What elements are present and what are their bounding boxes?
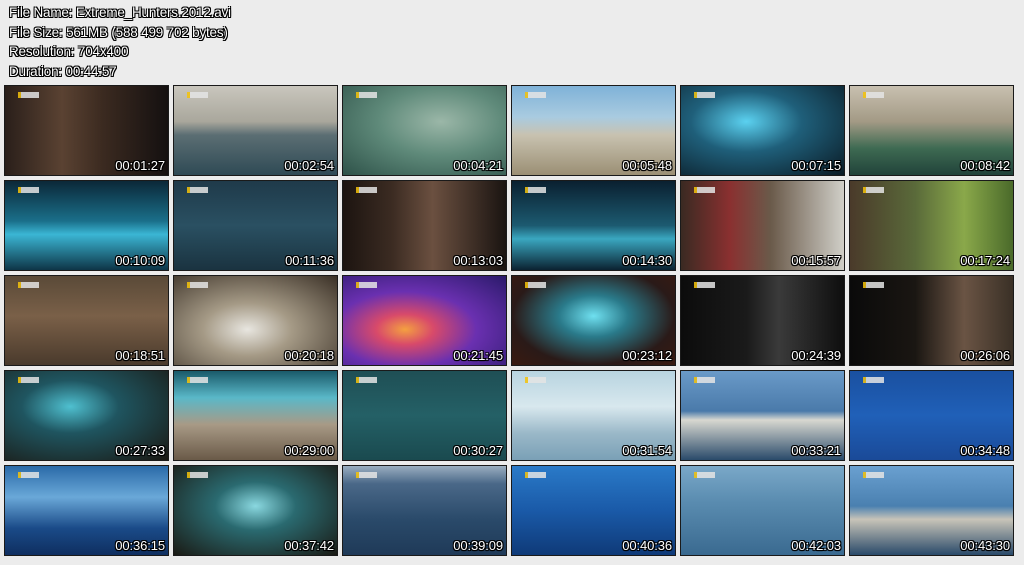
thumbnail-frame[interactable]: 00:17:24 bbox=[849, 180, 1014, 271]
channel-logo-icon bbox=[356, 472, 377, 478]
thumbnail-frame[interactable]: 00:18:51 bbox=[4, 275, 169, 366]
channel-logo-icon bbox=[18, 187, 39, 193]
thumbnail-timestamp: 00:04:21 bbox=[453, 158, 503, 173]
thumbnail-timestamp: 00:42:03 bbox=[791, 538, 841, 553]
thumbnail-frame[interactable]: 00:24:39 bbox=[680, 275, 845, 366]
channel-logo-icon bbox=[525, 377, 546, 383]
channel-logo-icon bbox=[863, 472, 884, 478]
thumbnail-frame[interactable]: 00:14:30 bbox=[511, 180, 676, 271]
channel-logo-icon bbox=[694, 472, 715, 478]
duration-text: Duration: 00:44:57 bbox=[9, 63, 117, 79]
channel-logo-icon bbox=[18, 377, 39, 383]
thumbnail-timestamp: 00:40:36 bbox=[622, 538, 672, 553]
channel-logo-icon bbox=[18, 472, 39, 478]
thumbnail-timestamp: 00:26:06 bbox=[960, 348, 1010, 363]
thumbnail-frame[interactable]: 00:37:42 bbox=[173, 465, 338, 556]
thumbnail-timestamp: 00:07:15 bbox=[791, 158, 841, 173]
thumbnail-frame[interactable]: 00:29:00 bbox=[173, 370, 338, 461]
thumbnail-frame[interactable]: 00:05:48 bbox=[511, 85, 676, 176]
thumbnail-frame[interactable]: 00:40:36 bbox=[511, 465, 676, 556]
thumbnail-frame[interactable]: 00:39:09 bbox=[342, 465, 507, 556]
thumbnail-frame[interactable]: 00:36:15 bbox=[4, 465, 169, 556]
thumbnail-timestamp: 00:33:21 bbox=[791, 443, 841, 458]
channel-logo-icon bbox=[356, 282, 377, 288]
thumbnail-frame[interactable]: 00:42:03 bbox=[680, 465, 845, 556]
thumbnail-frame[interactable]: 00:27:33 bbox=[4, 370, 169, 461]
thumbnail-timestamp: 00:29:00 bbox=[284, 443, 334, 458]
thumbnail-timestamp: 00:24:39 bbox=[791, 348, 841, 363]
channel-logo-icon bbox=[863, 92, 884, 98]
channel-logo-icon bbox=[356, 92, 377, 98]
thumbnail-timestamp: 00:23:12 bbox=[622, 348, 672, 363]
channel-logo-icon bbox=[863, 187, 884, 193]
thumbnail-timestamp: 00:36:15 bbox=[115, 538, 165, 553]
thumbnail-frame[interactable]: 00:26:06 bbox=[849, 275, 1014, 366]
thumbnail-timestamp: 00:39:09 bbox=[453, 538, 503, 553]
channel-logo-icon bbox=[187, 282, 208, 288]
thumbnail-frame[interactable]: 00:08:42 bbox=[849, 85, 1014, 176]
resolution-text: Resolution: 704x400 bbox=[9, 44, 129, 59]
channel-logo-icon bbox=[187, 472, 208, 478]
thumbnail-timestamp: 00:31:54 bbox=[622, 443, 672, 458]
thumbnail-timestamp: 00:20:18 bbox=[284, 348, 334, 363]
file-name-text: File Name: Extreme_Hunters.2012.avi bbox=[9, 5, 231, 20]
thumbnail-frame[interactable]: 00:33:21 bbox=[680, 370, 845, 461]
file-info-header: File Name: Extreme_Hunters.2012.avi File… bbox=[9, 3, 231, 81]
thumbnail-frame[interactable]: 00:43:30 bbox=[849, 465, 1014, 556]
thumbnail-timestamp: 00:21:45 bbox=[453, 348, 503, 363]
thumbnail-timestamp: 00:18:51 bbox=[115, 348, 165, 363]
file-size-text: File Size: 561MB (588 499 702 bytes) bbox=[9, 24, 228, 40]
thumbnail-timestamp: 00:02:54 bbox=[284, 158, 334, 173]
channel-logo-icon bbox=[694, 377, 715, 383]
channel-logo-icon bbox=[356, 187, 377, 193]
thumbnail-frame[interactable]: 00:23:12 bbox=[511, 275, 676, 366]
thumbnail-frame[interactable]: 00:04:21 bbox=[342, 85, 507, 176]
channel-logo-icon bbox=[525, 187, 546, 193]
thumbnail-frame[interactable]: 00:34:48 bbox=[849, 370, 1014, 461]
channel-logo-icon bbox=[525, 92, 546, 98]
thumbnail-frame[interactable]: 00:30:27 bbox=[342, 370, 507, 461]
thumbnail-timestamp: 00:43:30 bbox=[960, 538, 1010, 553]
channel-logo-icon bbox=[18, 92, 39, 98]
thumbnail-frame[interactable]: 00:01:27 bbox=[4, 85, 169, 176]
thumbnail-timestamp: 00:13:03 bbox=[453, 253, 503, 268]
thumbnail-timestamp: 00:01:27 bbox=[115, 158, 165, 173]
channel-logo-icon bbox=[694, 92, 715, 98]
thumbnail-frame[interactable]: 00:20:18 bbox=[173, 275, 338, 366]
thumbnail-timestamp: 00:15:57 bbox=[791, 253, 841, 268]
thumbnail-timestamp: 00:14:30 bbox=[622, 253, 672, 268]
channel-logo-icon bbox=[187, 187, 208, 193]
thumbnail-frame[interactable]: 00:13:03 bbox=[342, 180, 507, 271]
channel-logo-icon bbox=[187, 92, 208, 98]
thumbnail-timestamp: 00:30:27 bbox=[453, 443, 503, 458]
thumbnail-timestamp: 00:10:09 bbox=[115, 253, 165, 268]
channel-logo-icon bbox=[694, 282, 715, 288]
thumbnail-frame[interactable]: 00:21:45 bbox=[342, 275, 507, 366]
thumbnail-frame[interactable]: 00:31:54 bbox=[511, 370, 676, 461]
thumbnail-frame[interactable]: 00:02:54 bbox=[173, 85, 338, 176]
channel-logo-icon bbox=[525, 472, 546, 478]
channel-logo-icon bbox=[187, 377, 208, 383]
thumbnail-timestamp: 00:34:48 bbox=[960, 443, 1010, 458]
channel-logo-icon bbox=[694, 187, 715, 193]
thumbnail-timestamp: 00:11:36 bbox=[285, 253, 334, 268]
channel-logo-icon bbox=[356, 377, 377, 383]
channel-logo-icon bbox=[525, 282, 546, 288]
thumbnail-timestamp: 00:27:33 bbox=[115, 443, 165, 458]
channel-logo-icon bbox=[863, 377, 884, 383]
thumbnail-timestamp: 00:17:24 bbox=[960, 253, 1010, 268]
thumbnail-timestamp: 00:08:42 bbox=[960, 158, 1010, 173]
thumbnail-frame[interactable]: 00:10:09 bbox=[4, 180, 169, 271]
thumbnail-frame[interactable]: 00:11:36 bbox=[173, 180, 338, 271]
thumbnail-frame[interactable]: 00:07:15 bbox=[680, 85, 845, 176]
channel-logo-icon bbox=[863, 282, 884, 288]
thumbnail-timestamp: 00:37:42 bbox=[284, 538, 334, 553]
thumbnail-grid: 00:01:27 00:02:54 00:04:21 00:05:48 00:07:15… bbox=[4, 85, 1015, 556]
thumbnail-timestamp: 00:05:48 bbox=[622, 158, 672, 173]
channel-logo-icon bbox=[18, 282, 39, 288]
thumbnail-frame[interactable]: 00:15:57 bbox=[680, 180, 845, 271]
